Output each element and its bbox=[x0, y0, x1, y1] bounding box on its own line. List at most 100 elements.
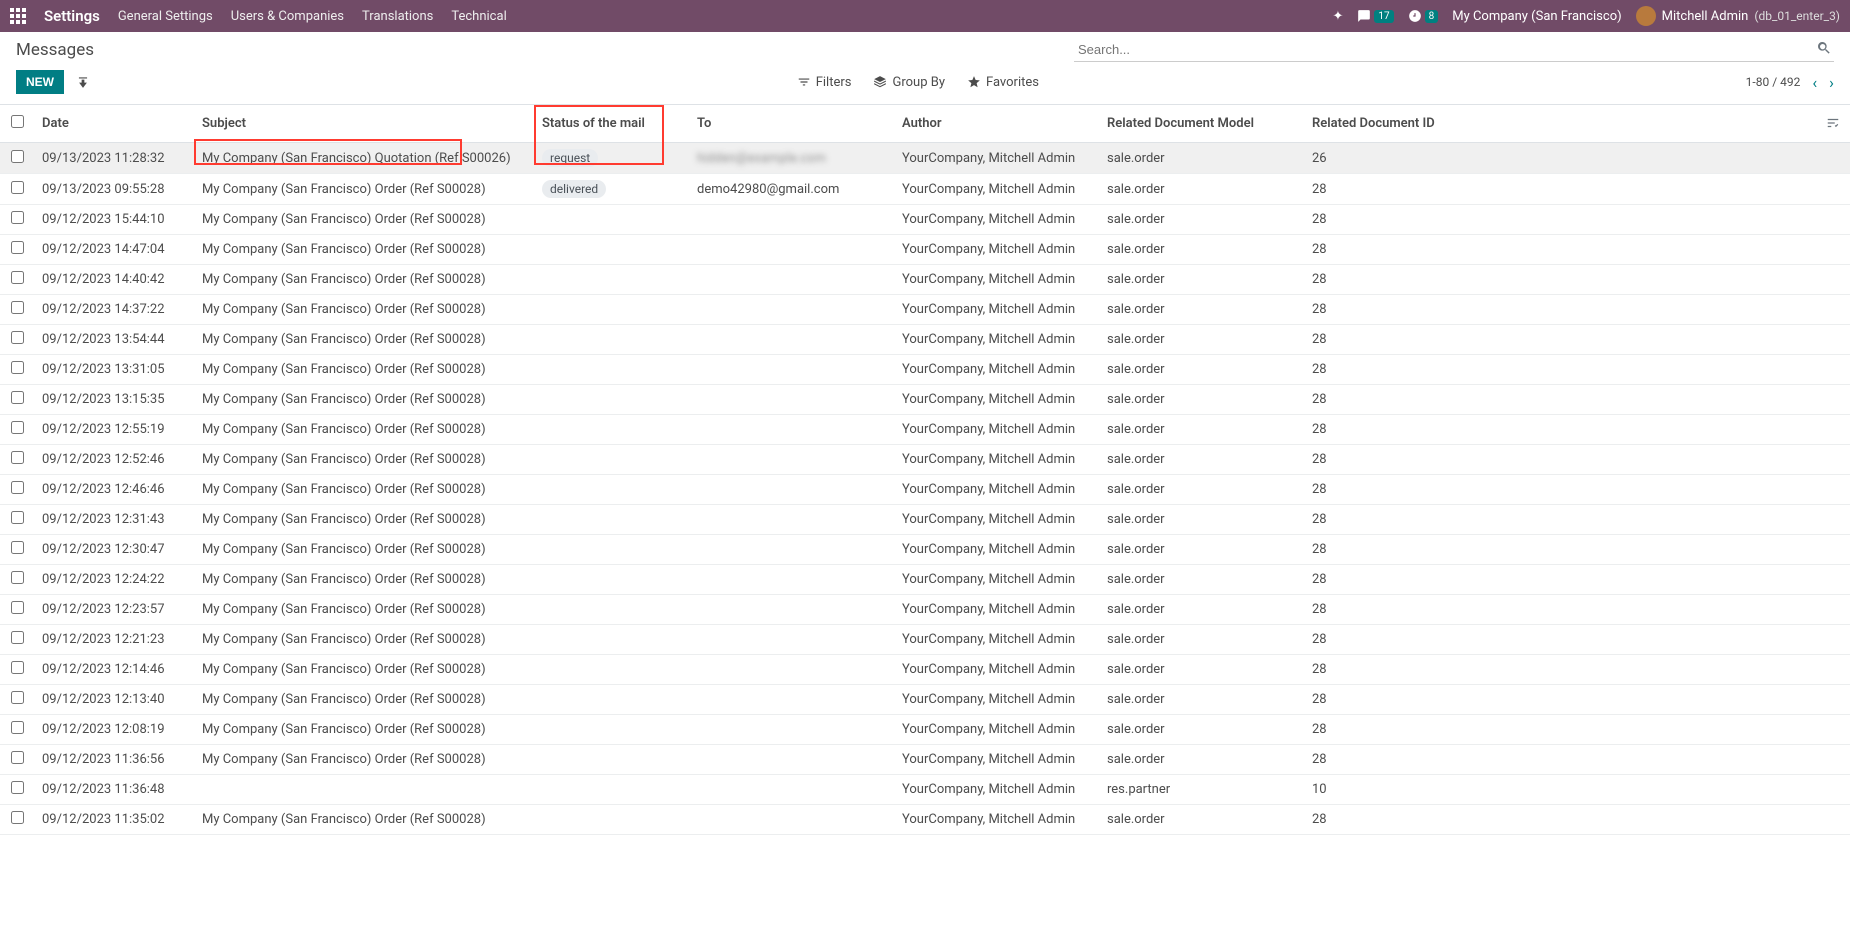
pager-prev[interactable]: ‹ bbox=[1812, 73, 1817, 92]
status-badge: delivered bbox=[542, 180, 606, 198]
cell-model: sale.order bbox=[1099, 475, 1304, 505]
nav-technical[interactable]: Technical bbox=[451, 9, 506, 24]
table-row[interactable]: 09/12/2023 14:37:22 My Company (San Fran… bbox=[0, 295, 1850, 325]
cell-date: 09/13/2023 09:55:28 bbox=[34, 174, 194, 205]
star-icon[interactable]: ✦ bbox=[1332, 9, 1343, 24]
row-checkbox[interactable] bbox=[11, 721, 24, 734]
row-checkbox[interactable] bbox=[11, 781, 24, 794]
cell-subject: My Company (San Francisco) Order (Ref S0… bbox=[194, 205, 534, 235]
table-row[interactable]: 09/12/2023 12:55:19 My Company (San Fran… bbox=[0, 415, 1850, 445]
new-button[interactable]: NEW bbox=[16, 70, 64, 94]
table-row[interactable]: 09/12/2023 14:47:04 My Company (San Fran… bbox=[0, 235, 1850, 265]
table-row[interactable]: 09/12/2023 12:52:46 My Company (San Fran… bbox=[0, 445, 1850, 475]
row-checkbox[interactable] bbox=[11, 631, 24, 644]
row-checkbox[interactable] bbox=[11, 451, 24, 464]
cell-docid: 26 bbox=[1304, 143, 1850, 174]
row-checkbox[interactable] bbox=[11, 241, 24, 254]
user-menu[interactable]: Mitchell Admin (db_01_enter_3) bbox=[1636, 6, 1840, 26]
search-input[interactable] bbox=[1074, 38, 1834, 62]
table-row[interactable]: 09/12/2023 12:21:23 My Company (San Fran… bbox=[0, 625, 1850, 655]
table-row[interactable]: 09/12/2023 12:31:43 My Company (San Fran… bbox=[0, 505, 1850, 535]
row-checkbox[interactable] bbox=[11, 391, 24, 404]
table-row[interactable]: 09/12/2023 12:13:40 My Company (San Fran… bbox=[0, 685, 1850, 715]
table-row[interactable]: 09/12/2023 13:15:35 My Company (San Fran… bbox=[0, 385, 1850, 415]
pager-next[interactable]: › bbox=[1829, 73, 1834, 92]
row-checkbox[interactable] bbox=[11, 211, 24, 224]
row-checkbox[interactable] bbox=[11, 361, 24, 374]
favorites-button[interactable]: Favorites bbox=[967, 75, 1039, 90]
company-selector[interactable]: My Company (San Francisco) bbox=[1452, 9, 1621, 24]
cell-status bbox=[534, 325, 689, 355]
col-date[interactable]: Date bbox=[34, 105, 194, 143]
row-checkbox[interactable] bbox=[11, 150, 24, 163]
search-icon[interactable] bbox=[1816, 40, 1832, 60]
row-checkbox[interactable] bbox=[11, 331, 24, 344]
download-icon[interactable] bbox=[76, 75, 90, 90]
row-checkbox[interactable] bbox=[11, 421, 24, 434]
cell-docid: 28 bbox=[1304, 445, 1850, 475]
groupby-button[interactable]: Group By bbox=[873, 75, 945, 90]
table-row[interactable]: 09/12/2023 12:46:46 My Company (San Fran… bbox=[0, 475, 1850, 505]
row-checkbox[interactable] bbox=[11, 511, 24, 524]
nav-translations[interactable]: Translations bbox=[362, 9, 433, 24]
row-checkbox[interactable] bbox=[11, 811, 24, 824]
table-row[interactable]: 09/13/2023 09:55:28 My Company (San Fran… bbox=[0, 174, 1850, 205]
row-checkbox[interactable] bbox=[11, 661, 24, 674]
row-checkbox[interactable] bbox=[11, 301, 24, 314]
optional-columns-icon[interactable] bbox=[1826, 115, 1840, 130]
nav-general-settings[interactable]: General Settings bbox=[118, 9, 213, 24]
cell-docid: 28 bbox=[1304, 715, 1850, 745]
cell-subject: My Company (San Francisco) Order (Ref S0… bbox=[194, 235, 534, 265]
row-checkbox[interactable] bbox=[11, 601, 24, 614]
cell-status bbox=[534, 655, 689, 685]
pager[interactable]: 1-80 / 492 bbox=[1746, 75, 1801, 89]
cell-status bbox=[534, 295, 689, 325]
table-row[interactable]: 09/12/2023 12:30:47 My Company (San Fran… bbox=[0, 535, 1850, 565]
col-docid[interactable]: Related Document ID bbox=[1304, 105, 1850, 143]
table-row[interactable]: 09/12/2023 13:31:05 My Company (San Fran… bbox=[0, 355, 1850, 385]
row-checkbox[interactable] bbox=[11, 181, 24, 194]
cell-subject: My Company (San Francisco) Order (Ref S0… bbox=[194, 655, 534, 685]
select-all-checkbox[interactable] bbox=[11, 115, 24, 128]
table-row[interactable]: 09/13/2023 11:28:32 My Company (San Fran… bbox=[0, 143, 1850, 174]
activity-count: 8 bbox=[1425, 10, 1439, 23]
table-row[interactable]: 09/12/2023 11:36:48 YourCompany, Mitchel… bbox=[0, 775, 1850, 805]
cell-author: YourCompany, Mitchell Admin bbox=[894, 655, 1099, 685]
table-row[interactable]: 09/12/2023 14:40:42 My Company (San Fran… bbox=[0, 265, 1850, 295]
activity-indicator[interactable]: 8 bbox=[1408, 9, 1439, 23]
row-checkbox[interactable] bbox=[11, 481, 24, 494]
cell-status bbox=[534, 565, 689, 595]
apps-icon[interactable] bbox=[10, 8, 26, 24]
table-row[interactable]: 09/12/2023 11:36:56 My Company (San Fran… bbox=[0, 745, 1850, 775]
col-author[interactable]: Author bbox=[894, 105, 1099, 143]
cell-author: YourCompany, Mitchell Admin bbox=[894, 565, 1099, 595]
messages-indicator[interactable]: 17 bbox=[1357, 9, 1393, 23]
table-row[interactable]: 09/12/2023 15:44:10 My Company (San Fran… bbox=[0, 205, 1850, 235]
table-row[interactable]: 09/12/2023 13:54:44 My Company (San Fran… bbox=[0, 325, 1850, 355]
nav-title[interactable]: Settings bbox=[44, 7, 100, 25]
row-checkbox[interactable] bbox=[11, 691, 24, 704]
cell-status bbox=[534, 445, 689, 475]
row-checkbox[interactable] bbox=[11, 571, 24, 584]
nav-users-companies[interactable]: Users & Companies bbox=[231, 9, 344, 24]
col-to[interactable]: To bbox=[689, 105, 894, 143]
col-model[interactable]: Related Document Model bbox=[1099, 105, 1304, 143]
cell-author: YourCompany, Mitchell Admin bbox=[894, 805, 1099, 835]
row-checkbox[interactable] bbox=[11, 541, 24, 554]
breadcrumb: Messages bbox=[16, 40, 94, 60]
filters-button[interactable]: Filters bbox=[797, 75, 852, 90]
cell-model: sale.order bbox=[1099, 295, 1304, 325]
cell-docid: 28 bbox=[1304, 235, 1850, 265]
col-subject[interactable]: Subject bbox=[194, 105, 534, 143]
table-row[interactable]: 09/12/2023 12:23:57 My Company (San Fran… bbox=[0, 595, 1850, 625]
cell-author: YourCompany, Mitchell Admin bbox=[894, 745, 1099, 775]
table-row[interactable]: 09/12/2023 12:24:22 My Company (San Fran… bbox=[0, 565, 1850, 595]
col-status[interactable]: Status of the mail bbox=[534, 105, 689, 143]
table-row[interactable]: 09/12/2023 11:35:02 My Company (San Fran… bbox=[0, 805, 1850, 835]
cell-model: sale.order bbox=[1099, 685, 1304, 715]
table-row[interactable]: 09/12/2023 12:14:46 My Company (San Fran… bbox=[0, 655, 1850, 685]
row-checkbox[interactable] bbox=[11, 751, 24, 764]
row-checkbox[interactable] bbox=[11, 271, 24, 284]
cell-model: sale.order bbox=[1099, 715, 1304, 745]
table-row[interactable]: 09/12/2023 12:08:19 My Company (San Fran… bbox=[0, 715, 1850, 745]
